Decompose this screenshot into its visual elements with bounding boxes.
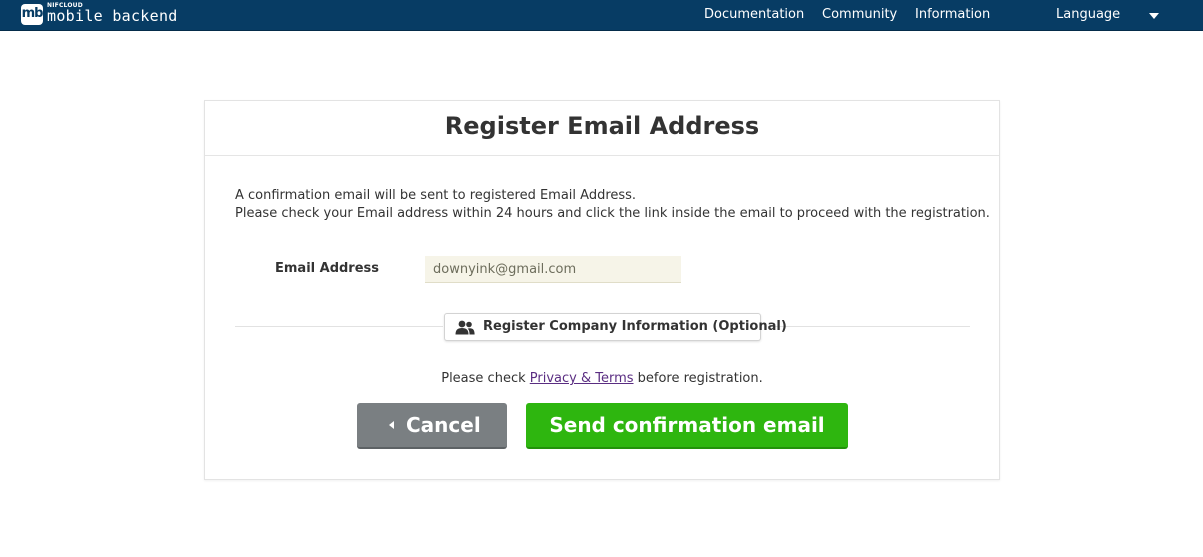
caret-left-icon — [389, 421, 394, 429]
page-title: Register Email Address — [444, 112, 760, 140]
description-line-2: Please check your Email address within 2… — [235, 206, 990, 221]
privacy-suffix: before registration. — [633, 371, 763, 386]
divider-left — [235, 326, 443, 327]
register-company-label: Register Company Information (Optional) — [483, 319, 787, 334]
privacy-notice: Please check Privacy & Terms before regi… — [205, 371, 999, 386]
chevron-down-icon[interactable] — [1149, 13, 1159, 19]
email-label: Email Address — [275, 261, 380, 276]
divider-right — [768, 326, 970, 327]
send-confirmation-button[interactable]: Send confirmation email — [526, 403, 848, 449]
logo-mark-icon: mb — [21, 4, 43, 25]
cancel-button[interactable]: Cancel — [357, 403, 507, 449]
register-email-card: Register Email Address A confirmation em… — [204, 100, 1000, 480]
send-button-label: Send confirmation email — [549, 413, 825, 437]
logo-text: mobile backend — [47, 7, 178, 25]
nav-community[interactable]: Community — [822, 7, 897, 22]
privacy-terms-link[interactable]: Privacy & Terms — [530, 371, 634, 386]
privacy-prefix: Please check — [441, 371, 530, 386]
email-field[interactable] — [425, 256, 681, 283]
top-navigation-bar: mb NIFCLOUD mobile backend Documentation… — [0, 0, 1203, 31]
nav-information[interactable]: Information — [915, 7, 990, 22]
cancel-button-label: Cancel — [406, 413, 481, 437]
users-icon — [455, 320, 475, 335]
description-text: A confirmation email will be sent to reg… — [235, 187, 990, 223]
register-company-button[interactable]: Register Company Information (Optional) — [444, 313, 787, 341]
language-selector[interactable]: Language — [1056, 7, 1120, 22]
nav-documentation[interactable]: Documentation — [704, 7, 804, 22]
description-line-1: A confirmation email will be sent to reg… — [235, 188, 637, 203]
card-header: Register Email Address — [205, 101, 999, 156]
